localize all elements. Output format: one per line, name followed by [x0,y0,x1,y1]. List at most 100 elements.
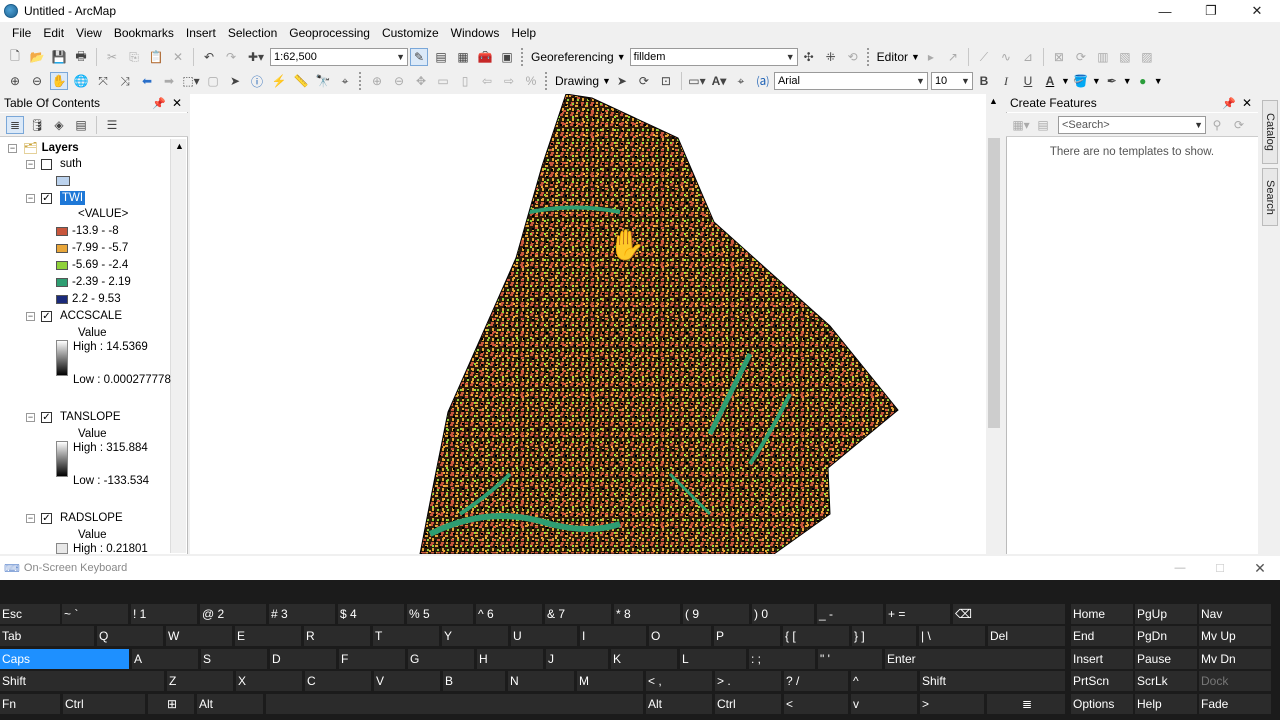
link-table-icon[interactable]: ⁜ [822,48,840,66]
key-q[interactable]: Q [97,626,163,646]
key-pgdn[interactable]: PgDn [1135,626,1197,646]
close-button[interactable]: ✕ [1234,0,1280,22]
key-k[interactable]: K [611,649,677,669]
organize-templates-icon[interactable]: ▦▾ [1012,116,1030,134]
refresh-icon[interactable]: ⟳ [1230,116,1248,134]
layer-tanslope[interactable]: − ✓ TANSLOPE [26,411,121,423]
key-5[interactable]: % 5 [407,604,473,624]
catalog-tab[interactable]: Catalog [1262,100,1278,164]
go-to-xy-icon[interactable]: ⌖ [336,72,354,90]
bold-button[interactable]: B [975,72,993,90]
rotate-icon[interactable]: ⟲ [844,48,862,66]
italic-button[interactable]: I [997,72,1015,90]
key-bracket-right[interactable]: } ] [852,626,916,646]
key-space[interactable] [266,694,643,714]
menu-windows[interactable]: Windows [445,26,506,40]
key-bracket-left[interactable]: { [ [783,626,849,646]
list-by-selection-icon[interactable]: ▤ [72,116,90,134]
collapse-icon[interactable]: − [8,143,17,153]
key-4[interactable]: $ 4 [338,604,404,624]
list-by-visibility-icon[interactable]: ◈ [50,116,68,134]
menu-geoprocessing[interactable]: Geoprocessing [283,26,376,40]
key-c[interactable]: C [305,671,371,691]
layer-radslope[interactable]: − ✓ RADSLOPE [26,512,123,524]
editor-menu[interactable]: Editor [874,50,911,64]
key-insert[interactable]: Insert [1071,649,1133,669]
toc-close-icon[interactable]: ✕ [172,96,182,110]
line-color-icon[interactable]: ✒ [1103,72,1121,90]
underline-button[interactable]: U [1019,72,1037,90]
key-ctrl-left[interactable]: Ctrl [63,694,145,714]
key-0[interactable]: ) 0 [752,604,814,624]
toc-scrollbar[interactable]: ▲ [170,139,186,553]
fixed-zoom-in-icon[interactable]: ⤧ [94,72,112,90]
font-color-button[interactable]: A [1041,72,1059,90]
select-features-icon[interactable]: ⬚▾ [182,72,200,90]
key-home[interactable]: Home [1071,604,1133,624]
list-by-drawing-order-icon[interactable]: ≣ [6,115,24,134]
fixed-zoom-out-icon[interactable]: ⤨ [116,72,134,90]
layer-accscale[interactable]: − ✓ ACCSCALE [26,310,122,322]
layer-suth[interactable]: − suth [26,158,82,170]
key-d[interactable]: D [270,649,336,669]
key-esc[interactable]: Esc [0,604,60,624]
zoom-out-icon[interactable]: ⊖ [28,72,46,90]
clear-selection-icon[interactable]: ▢ [204,72,222,90]
key-o[interactable]: O [649,626,711,646]
key-2[interactable]: @ 2 [200,604,266,624]
attributes-icon[interactable]: ▥ [1094,48,1112,66]
toc-options-icon[interactable]: ☰ [103,116,121,134]
fill-color-icon[interactable]: 🪣 [1072,72,1090,90]
key-a[interactable]: A [132,649,198,669]
layout-forward-icon[interactable]: ⇨ [500,72,518,90]
select-elements-icon[interactable]: ➤ [226,72,244,90]
template-search-input[interactable]: <Search> ▼ [1058,115,1206,134]
sketch-props-icon[interactable]: ▧ [1116,48,1134,66]
key-scrlk[interactable]: ScrLk [1135,671,1197,691]
pin-icon[interactable]: 📌 [152,97,166,110]
edit-tool-icon[interactable]: ▸ [922,48,940,66]
georef-layer-combo[interactable]: filldem ▼ [629,48,798,66]
text-icon[interactable]: A▾ [710,72,728,90]
key-backspace[interactable]: ⌫ [953,604,1065,624]
search-tab[interactable]: Search [1262,168,1278,226]
menu-insert[interactable]: Insert [180,26,222,40]
menu-view[interactable]: View [70,26,108,40]
back-extent-icon[interactable]: ⬅ [138,72,156,90]
key-up[interactable]: ^ [851,671,917,691]
key-period[interactable]: > . [715,671,781,691]
python-icon[interactable]: ▣ [498,48,516,66]
key-nav[interactable]: Nav [1199,604,1271,624]
cf-close-icon[interactable]: ✕ [1242,96,1252,110]
font-size-combo[interactable]: 10 ▼ [930,72,973,90]
key-down[interactable]: v [851,694,917,714]
key-n[interactable]: N [508,671,574,691]
key-quote[interactable]: " ' [818,649,882,669]
key-j[interactable]: J [546,649,608,669]
key-semicolon[interactable]: : ; [749,649,815,669]
key-del[interactable]: Del [988,626,1065,646]
full-extent-icon[interactable]: 🌐 [72,72,90,90]
layer-visibility-checkbox[interactable]: ✓ [41,512,52,524]
new-document-icon[interactable]: 🗋 [6,48,24,66]
key-pause[interactable]: Pause [1135,649,1197,669]
key-z[interactable]: Z [167,671,233,691]
font-name-combo[interactable]: Arial ▼ [773,72,928,90]
print-icon[interactable]: 🖶 [72,48,90,66]
key-help[interactable]: Help [1135,694,1197,714]
key-fade[interactable]: Fade [1199,694,1271,714]
key-b[interactable]: B [443,671,505,691]
redo-icon[interactable]: ↷ [222,48,240,66]
create-features-icon[interactable]: ▨ [1138,48,1156,66]
menu-selection[interactable]: Selection [222,26,283,40]
arctoolbox-icon[interactable]: 🧰 [476,48,494,66]
minimize-button[interactable]: — [1142,0,1188,22]
key-equals[interactable]: + = [886,604,950,624]
drawing-menu[interactable]: Drawing [552,74,602,88]
key-alt-right[interactable]: Alt [646,694,712,714]
key-l[interactable]: L [680,649,746,669]
key-v[interactable]: V [374,671,440,691]
key-end[interactable]: End [1071,626,1133,646]
menu-edit[interactable]: Edit [37,26,70,40]
key-t[interactable]: T [373,626,439,646]
